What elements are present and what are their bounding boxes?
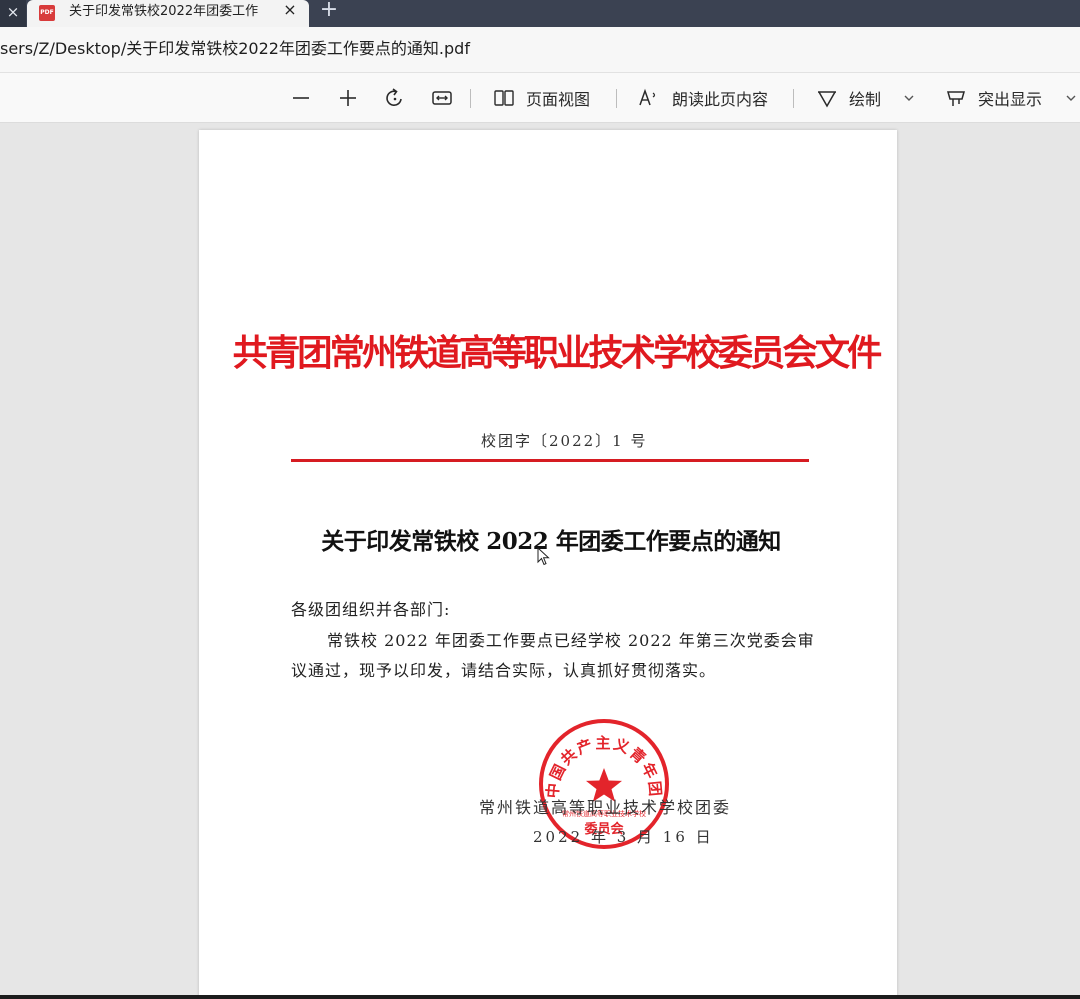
zoom-out-button[interactable] [290,73,312,123]
fit-width-icon [432,91,452,105]
plus-icon [340,90,356,106]
chevron-down-icon [904,95,914,101]
read-aloud-icon [639,88,656,106]
highlight-options-dropdown[interactable] [1064,73,1078,123]
draw-button[interactable]: 绘制 [815,73,881,123]
highlight-button[interactable]: 突出显示 [944,73,1042,123]
page-view-button[interactable]: 页面视图 [492,73,590,123]
toolbar-divider [616,89,617,108]
document-red-header: 共青团常州铁道高等职业技术学校委员会文件 [0,330,1080,376]
highlight-label: 突出显示 [978,90,1043,109]
new-tab-button[interactable]: + [316,0,342,25]
page-view-icon [494,90,514,106]
tab-title: 关于印发常铁校2022年团委工作 [69,4,259,19]
highlighter-icon [947,91,965,106]
read-aloud-button[interactable]: 朗读此页内容 [638,73,768,123]
close-tab-icon[interactable]: × [0,0,26,27]
tab-pdf-document[interactable]: PDF 关于印发常铁校2022年团委工作 × [27,0,309,27]
draw-pen-icon [818,91,836,108]
pdf-file-icon: PDF [39,5,55,21]
url-text[interactable]: sers/Z/Desktop/关于印发常铁校2022年团委工作要点的通知.pdf [0,37,470,61]
body-paragraph: 常铁校 2022 年团委工作要点已经学校 2022 年第三次党委会审议通过，现予… [291,631,815,680]
signature-date: 2022 年 3 月 16 日 [533,828,714,846]
fit-width-button[interactable] [431,73,453,123]
chevron-down-icon [1066,95,1076,101]
bottom-edge [0,995,1080,999]
toolbar-divider [793,89,794,108]
rotate-icon [386,88,402,107]
red-divider-line [291,459,809,462]
draw-label: 绘制 [849,90,882,109]
rotate-button[interactable] [384,73,406,123]
mouse-cursor-icon [537,547,550,566]
signature-organization: 常州铁道高等职业技术学校团委 [479,798,732,817]
draw-options-dropdown[interactable] [902,73,916,123]
close-tab-icon[interactable]: × [279,0,301,24]
read-aloud-label: 朗读此页内容 [672,90,769,109]
document-number: 校团字〔2022〕1 号 [481,432,648,450]
salutation: 各级团组织并各部门: [291,600,451,619]
page-view-label: 页面视图 [526,90,591,109]
red-header-text: 共青团常州铁道高等职业技术学校委员会文件 [232,332,883,374]
minus-icon [293,97,309,99]
toolbar-divider [470,89,471,108]
pdf-toolbar: 页面视图 朗读此页内容 绘制 突出显示 [0,73,1080,123]
zoom-in-button[interactable] [337,73,359,123]
address-bar[interactable]: sers/Z/Desktop/关于印发常铁校2022年团委工作要点的通知.pdf [0,27,1080,73]
tab-strip: × PDF 关于印发常铁校2022年团委工作 × + [0,0,1080,27]
